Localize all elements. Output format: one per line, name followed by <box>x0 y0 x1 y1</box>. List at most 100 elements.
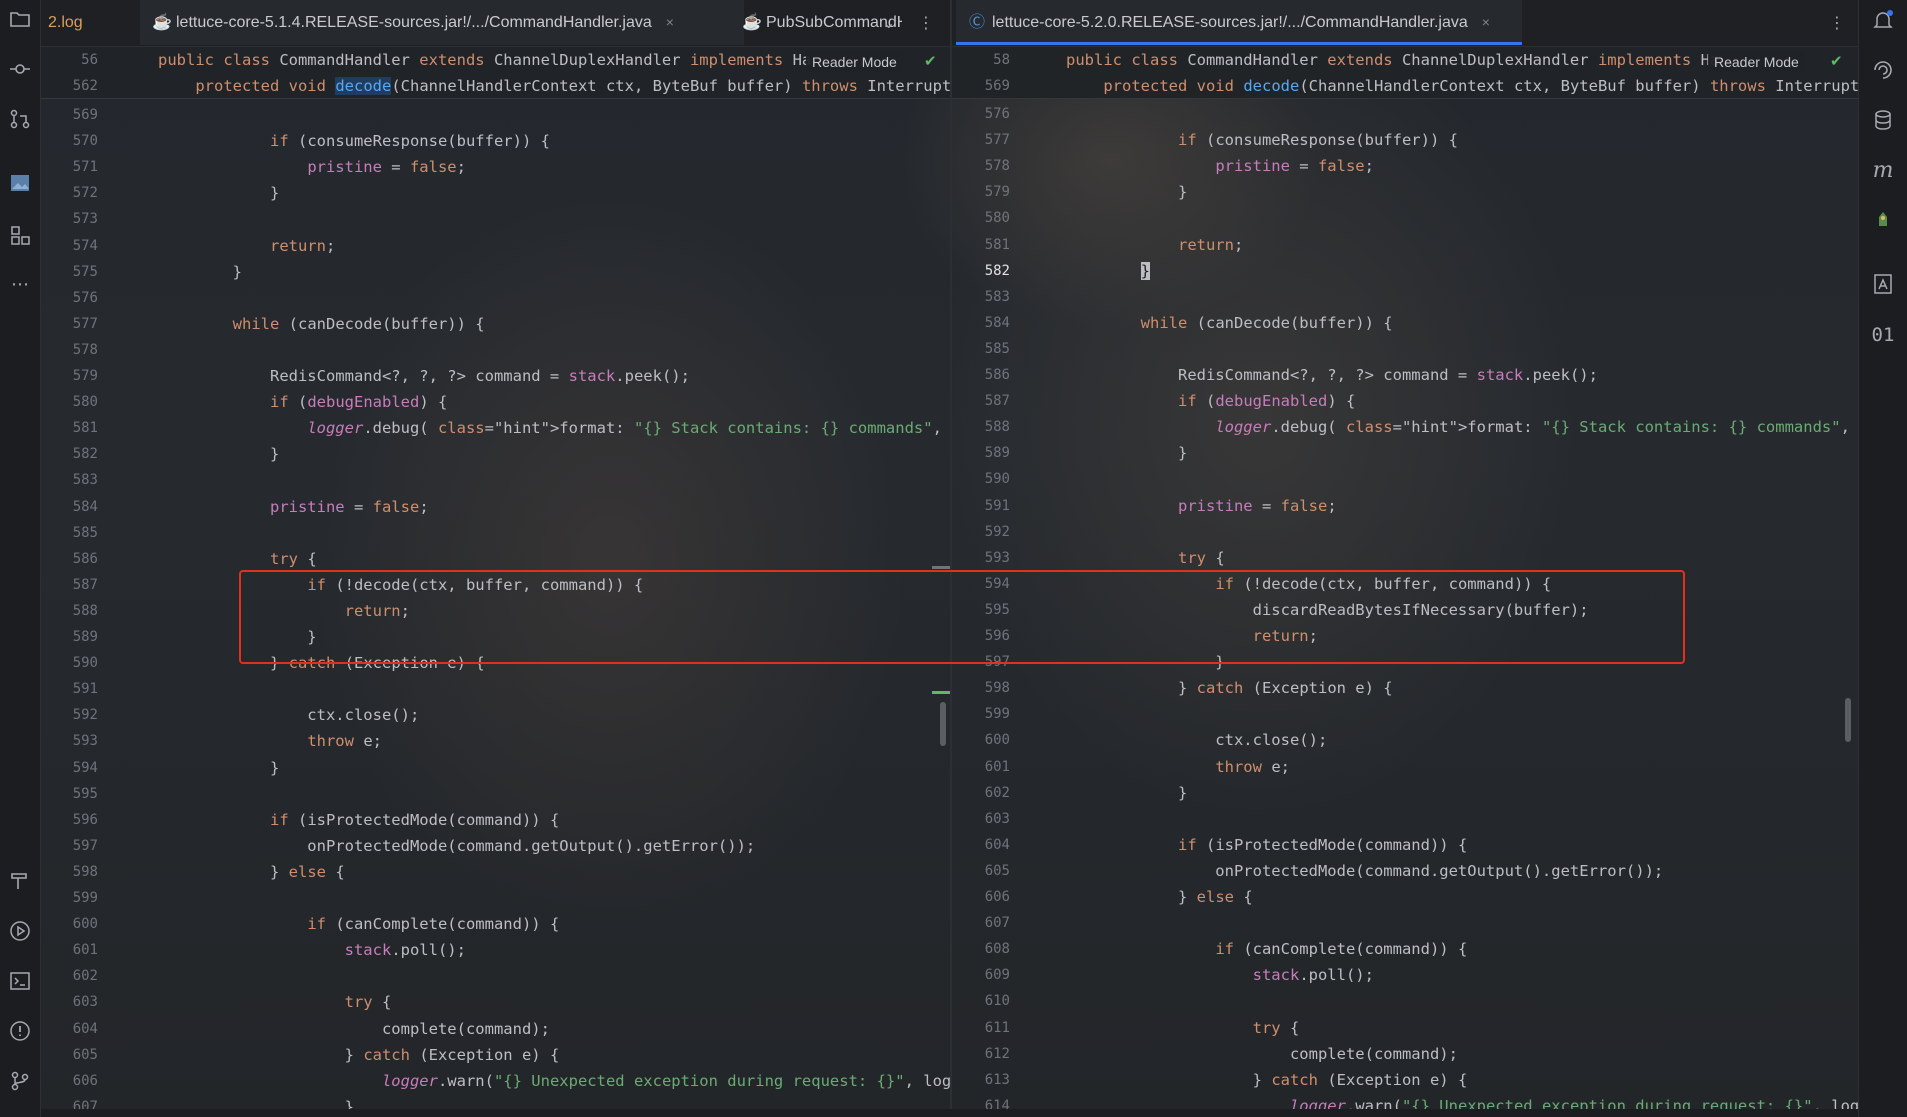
more-vertical-icon[interactable]: ⋮ <box>1829 0 1845 45</box>
code-line[interactable]: 607 <box>952 910 1859 936</box>
code-line[interactable]: 603 <box>952 806 1859 832</box>
binary-icon[interactable]: 01 <box>1870 322 1896 348</box>
code-line[interactable]: 585 <box>40 520 950 546</box>
reader-mode-button[interactable]: Reader Mode <box>806 52 903 72</box>
code-line[interactable]: 599 <box>40 885 950 911</box>
code-line[interactable]: 600 if (canComplete(command)) { <box>40 911 950 937</box>
code-line[interactable]: 574 return; <box>40 233 950 259</box>
code-line[interactable]: 592 <box>952 519 1859 545</box>
tab-left-commandhandler[interactable]: ☕ lettuce-core-5.1.4.RELEASE-sources.jar!… <box>140 0 744 45</box>
code-line[interactable]: 597 onProtectedMode(command.getOutput().… <box>40 833 950 859</box>
code-line[interactable]: 589 } <box>952 440 1859 466</box>
close-icon[interactable]: × <box>666 14 674 30</box>
code-text: return; <box>269 236 336 255</box>
code-line[interactable]: 581 logger.debug( class="hint">format: "… <box>40 415 950 441</box>
code-line[interactable]: 602 <box>40 963 950 989</box>
tab-right-commandhandler[interactable]: Ⓒlettuce-core-5.2.0.RELEASE-sources.jar!… <box>956 0 1522 45</box>
code-line[interactable]: 569 <box>40 102 950 128</box>
ai-assistant-icon[interactable] <box>1870 58 1896 84</box>
code-line[interactable]: 603 try { <box>40 989 950 1015</box>
code-line[interactable]: 598 } catch (Exception e) { <box>952 675 1859 701</box>
code-line[interactable]: 612 complete(command); <box>952 1041 1859 1067</box>
code-line[interactable]: 604 if (isProtectedMode(command)) { <box>952 832 1859 858</box>
code-line[interactable]: 582 } <box>952 258 1859 284</box>
code-line[interactable]: 588 logger.debug( class="hint">format: "… <box>952 414 1859 440</box>
code-line[interactable]: 594 } <box>40 755 950 781</box>
code-line[interactable]: 573 <box>40 206 950 232</box>
translate-icon[interactable] <box>1870 272 1896 298</box>
plugin-icon[interactable] <box>1870 208 1896 234</box>
code-line[interactable]: 613 } catch (Exception e) { <box>952 1067 1859 1093</box>
run-icon[interactable] <box>7 920 33 946</box>
code-line[interactable]: 590 <box>952 466 1859 492</box>
more-vertical-icon[interactable]: ⋮ <box>918 0 934 45</box>
database-icon[interactable] <box>1870 108 1896 134</box>
code-line[interactable]: 584 pristine = false; <box>40 494 950 520</box>
terminal-icon[interactable] <box>7 970 33 996</box>
code-line[interactable]: 586 try { <box>40 546 950 572</box>
split-divider[interactable] <box>950 0 952 1117</box>
code-line[interactable]: 585 <box>952 336 1859 362</box>
structure-icon[interactable] <box>7 224 33 250</box>
code-line[interactable]: 610 <box>952 988 1859 1014</box>
bell-icon[interactable] <box>1870 8 1896 34</box>
code-line[interactable]: 591 <box>40 676 950 702</box>
code-line[interactable]: 570 if (consumeResponse(buffer)) { <box>40 128 950 154</box>
code-line[interactable]: 600 ctx.close(); <box>952 727 1859 753</box>
code-line[interactable]: 606 logger.warn("{} Unexpected exception… <box>40 1068 950 1094</box>
problems-icon[interactable] <box>7 1020 33 1046</box>
code-line[interactable]: 611 try { <box>952 1015 1859 1041</box>
code-line[interactable]: 581 return; <box>952 232 1859 258</box>
code-line[interactable]: 601 stack.poll(); <box>40 937 950 963</box>
git-icon[interactable] <box>7 1070 33 1096</box>
code-line[interactable]: 577 if (consumeResponse(buffer)) { <box>952 127 1859 153</box>
code-line[interactable]: 583 <box>952 284 1859 310</box>
folder-icon[interactable] <box>7 8 33 34</box>
code-line[interactable]: 580 if (debugEnabled) { <box>40 389 950 415</box>
maven-icon[interactable]: m <box>1870 158 1896 184</box>
more-icon[interactable]: ⋯ <box>7 272 33 298</box>
code-line[interactable]: 592 ctx.close(); <box>40 702 950 728</box>
code-line[interactable]: 576 <box>40 285 950 311</box>
code-line[interactable]: 579 RedisCommand<?, ?, ?> command = stac… <box>40 363 950 389</box>
hammer-icon[interactable] <box>7 870 33 896</box>
code-line[interactable]: 582 } <box>40 441 950 467</box>
code-line[interactable]: 577 while (canDecode(buffer)) { <box>40 311 950 337</box>
code-line[interactable]: 571 pristine = false; <box>40 154 950 180</box>
chevron-down-icon[interactable]: ⌄ <box>882 0 895 45</box>
code-line[interactable]: 606 } else { <box>952 884 1859 910</box>
code-line[interactable]: 593 try { <box>952 545 1859 571</box>
code-line[interactable]: 576 <box>952 101 1859 127</box>
image-icon[interactable] <box>7 172 33 198</box>
reader-mode-button[interactable]: Reader Mode <box>1708 52 1805 72</box>
code-line[interactable]: 598 } else { <box>40 859 950 885</box>
code-line[interactable]: 579 } <box>952 179 1859 205</box>
code-line[interactable]: 602 } <box>952 780 1859 806</box>
commit-icon[interactable] <box>7 58 33 84</box>
code-line[interactable]: 593 throw e; <box>40 728 950 754</box>
code-line[interactable]: 575 } <box>40 259 950 285</box>
code-line[interactable]: 605 } catch (Exception e) { <box>40 1042 950 1068</box>
code-line[interactable]: 599 <box>952 701 1859 727</box>
code-line[interactable]: 605 onProtectedMode(command.getOutput().… <box>952 858 1859 884</box>
tab-pubsub-commandhandler[interactable]: ☕ PubSubCommandH <box>740 0 902 45</box>
code-line[interactable]: 596 if (isProtectedMode(command)) { <box>40 807 950 833</box>
code-line[interactable]: 601 throw e; <box>952 754 1859 780</box>
vertical-scrollbar[interactable] <box>1845 698 1851 742</box>
code-line[interactable]: 604 complete(command); <box>40 1016 950 1042</box>
code-line[interactable]: 609 stack.poll(); <box>952 962 1859 988</box>
code-line[interactable]: 578 pristine = false; <box>952 153 1859 179</box>
close-icon[interactable]: × <box>1482 14 1490 30</box>
code-line[interactable]: 608 if (canComplete(command)) { <box>952 936 1859 962</box>
code-line[interactable]: 572 } <box>40 180 950 206</box>
code-line[interactable]: 584 while (canDecode(buffer)) { <box>952 310 1859 336</box>
vertical-scrollbar[interactable] <box>940 702 946 746</box>
code-line[interactable]: 578 <box>40 337 950 363</box>
code-line[interactable]: 595 <box>40 781 950 807</box>
pull-request-icon[interactable] <box>7 108 33 134</box>
code-line[interactable]: 586 RedisCommand<?, ?, ?> command = stac… <box>952 362 1859 388</box>
code-line[interactable]: 591 pristine = false; <box>952 493 1859 519</box>
code-line[interactable]: 583 <box>40 467 950 493</box>
code-line[interactable]: 587 if (debugEnabled) { <box>952 388 1859 414</box>
code-line[interactable]: 580 <box>952 205 1859 231</box>
